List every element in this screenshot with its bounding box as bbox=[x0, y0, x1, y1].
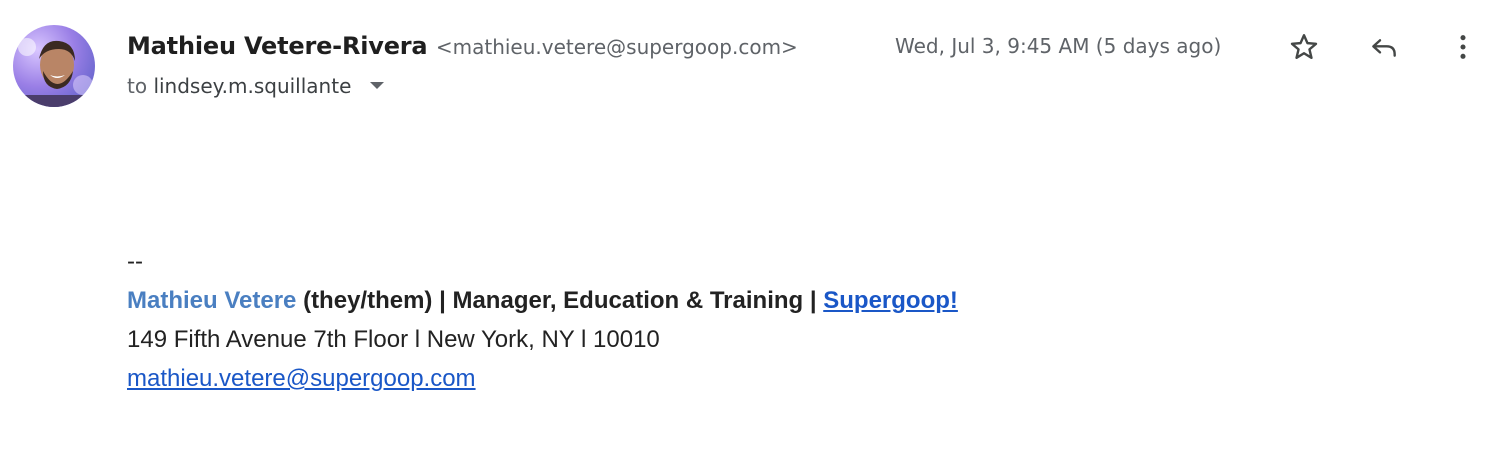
message-timestamp: Wed, Jul 3, 9:45 AM (5 days ago) bbox=[895, 34, 1222, 58]
star-icon bbox=[1290, 34, 1318, 59]
signature-title-line: Mathieu Vetere (they/them) | Manager, Ed… bbox=[127, 281, 958, 320]
more-vert-icon bbox=[1460, 35, 1466, 59]
sender-avatar[interactable] bbox=[13, 25, 95, 107]
to-prefix: to bbox=[127, 74, 148, 98]
signature-pronouns-title: (they/them) | Manager, Education & Train… bbox=[296, 287, 824, 314]
reply-icon bbox=[1372, 39, 1396, 57]
sender-line: Mathieu Vetere-Rivera <mathieu.vetere@su… bbox=[127, 30, 798, 66]
sender-email: <mathieu.vetere@supergoop.com> bbox=[435, 35, 798, 59]
star-button[interactable] bbox=[1282, 25, 1326, 69]
signature-separator: -- bbox=[127, 248, 143, 275]
signature-name: Mathieu Vetere bbox=[127, 287, 297, 314]
message-body: -- Mathieu Vetere (they/them) | Manager,… bbox=[127, 242, 958, 398]
more-options-button[interactable] bbox=[1441, 25, 1485, 69]
caret-down-icon[interactable] bbox=[369, 82, 384, 89]
to-recipient: lindsey.m.squillante bbox=[153, 74, 352, 98]
reply-button[interactable] bbox=[1362, 25, 1406, 69]
company-link[interactable]: Supergoop! bbox=[823, 287, 958, 314]
signature-email-link[interactable]: mathieu.vetere@supergoop.com bbox=[127, 365, 476, 392]
recipient-details-toggle[interactable]: to lindsey.m.squillante bbox=[127, 72, 384, 100]
signature-address: 149 Fifth Avenue 7th Floor l New York, N… bbox=[127, 326, 660, 353]
sender-name[interactable]: Mathieu Vetere-Rivera bbox=[127, 32, 428, 60]
